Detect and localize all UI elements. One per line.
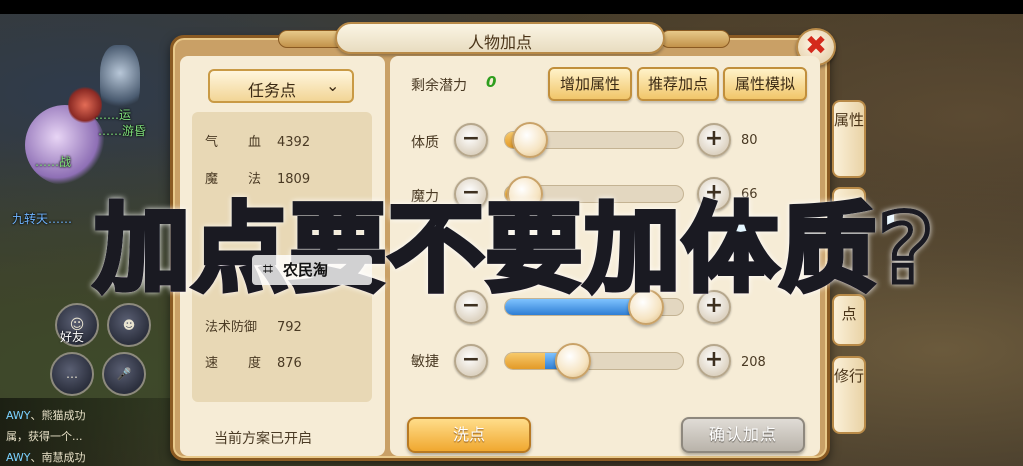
chevron-down-icon: ⌄: [326, 76, 340, 95]
chat-line: 属，获得一个...: [6, 430, 83, 443]
scheme-dropdown[interactable]: 任务点 ⌄: [208, 69, 354, 103]
social-button[interactable]: ☻: [107, 303, 151, 347]
add-attribute-button[interactable]: 增加属性: [548, 67, 632, 101]
watermark-text: 农民淘: [283, 261, 329, 279]
increase-button[interactable]: +: [697, 123, 731, 157]
tab-attributes[interactable]: 属性: [832, 100, 866, 178]
attribute-value: 208: [741, 355, 766, 370]
microphone-icon[interactable]: 🎤: [102, 352, 146, 396]
attribute-label: 敏捷: [411, 354, 439, 370]
stat-row-speed: 速度876: [205, 356, 302, 371]
npc-knight-sprite[interactable]: [100, 45, 140, 115]
recommend-points-button[interactable]: 推荐加点: [637, 67, 719, 101]
friend-label: 好友: [60, 330, 85, 344]
potential-value: 0: [486, 73, 497, 91]
panel-title-bar: 人物加点: [335, 22, 665, 54]
slider-thumb[interactable]: [512, 122, 548, 158]
plan-status-text: 当前方案已开启: [214, 431, 312, 447]
stat-row-magic-defense: 法术防御 792: [205, 320, 302, 335]
reset-points-button[interactable]: 洗点: [407, 417, 531, 453]
simulate-attribute-button[interactable]: 属性模拟: [723, 67, 807, 101]
qr-logo-icon: ⌗: [262, 259, 274, 280]
npc-name-label: ……战: [35, 155, 72, 169]
confirm-points-button[interactable]: 确认加点: [681, 417, 805, 453]
video-caption: 加点要不要加体质?: [92, 193, 937, 305]
npc-name-label: ……游昏: [98, 124, 147, 138]
tab-cultivation[interactable]: 修行: [832, 356, 866, 434]
scheme-dropdown-label: 任务点: [248, 81, 297, 100]
npc-name-label: ……运: [95, 108, 132, 122]
stat-row-mp: 魔法1809: [205, 172, 311, 187]
npc-name-label: 九转天……: [12, 212, 73, 226]
stat-row-hp: 气血4392: [205, 135, 311, 150]
chat-line: AWY、熊猫成功: [6, 409, 86, 422]
slider-thumb[interactable]: [555, 343, 591, 379]
chat-bubble-icon[interactable]: …: [50, 352, 94, 396]
chat-line: AWY、南慧成功: [6, 451, 86, 464]
potential-label: 剩余潜力: [411, 78, 467, 94]
decrease-button[interactable]: −: [454, 123, 488, 157]
decrease-button[interactable]: −: [454, 344, 488, 378]
top-black-bar: [0, 0, 1023, 14]
attribute-label: 体质: [411, 135, 439, 151]
attribute-slider[interactable]: [504, 352, 684, 370]
increase-button[interactable]: +: [697, 344, 731, 378]
title-ornament-right: [660, 30, 730, 48]
attribute-value: 80: [741, 133, 758, 148]
panel-title: 人物加点: [467, 33, 532, 52]
